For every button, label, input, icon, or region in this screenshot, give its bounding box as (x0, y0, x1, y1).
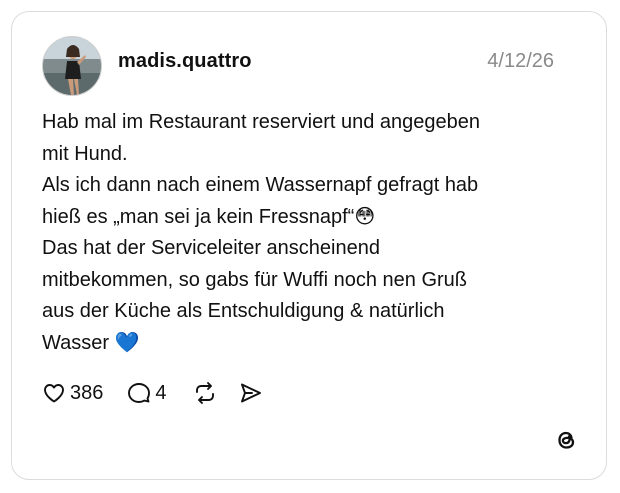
repost-button[interactable] (193, 381, 217, 405)
avatar-photo (43, 37, 101, 95)
send-icon (240, 383, 261, 403)
comment-bubble-icon (128, 383, 151, 403)
post-text: Hab mal im Restaurant reserviert und ang… (42, 111, 481, 354)
reply-count: 4 (155, 381, 167, 404)
action-bar: 386 4 (42, 380, 263, 406)
reply-button[interactable]: 4 (127, 381, 167, 405)
threads-logo-icon (558, 431, 575, 449)
post-date: 4/12/26 (487, 50, 554, 72)
like-count: 386 (70, 381, 104, 404)
heart-icon (44, 384, 64, 403)
username[interactable]: madis.quattro (118, 50, 252, 73)
share-button[interactable] (239, 381, 263, 405)
repost-arrows-icon (195, 382, 214, 404)
post-card: madis.quattro 4/12/26 Hab mal im Restaur… (11, 11, 607, 480)
like-button[interactable]: 386 (42, 381, 103, 405)
avatar[interactable] (42, 36, 102, 96)
